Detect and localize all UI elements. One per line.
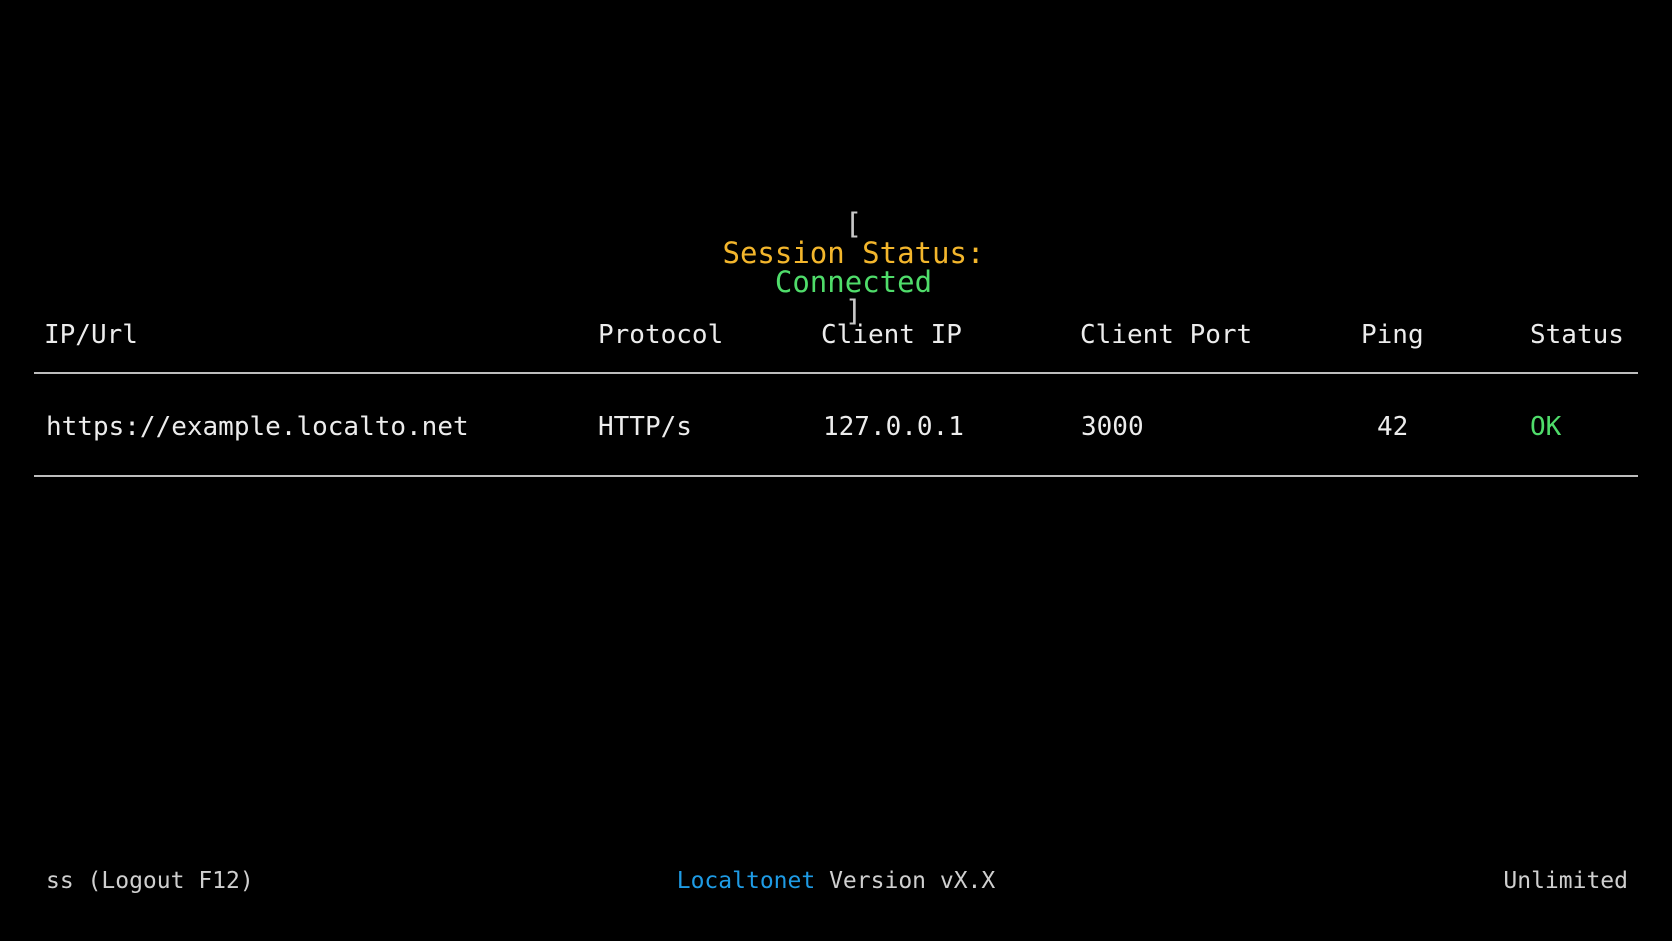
footer-version: Localtonet Version vX.X — [0, 870, 1672, 893]
header-client-ip: Client IP — [821, 320, 962, 350]
row-divider — [34, 475, 1638, 477]
header-ip-url: IP/Url — [44, 320, 138, 350]
header-ping: Ping — [1361, 320, 1424, 350]
cell-client-ip: 127.0.0.1 — [823, 412, 964, 442]
header-status: Status — [1530, 320, 1624, 350]
header-protocol: Protocol — [598, 320, 724, 350]
cell-ip-url[interactable]: https://example.localto.net — [46, 414, 469, 440]
footer-plan: Unlimited — [1503, 868, 1628, 894]
brand-name: Localtonet — [676, 868, 816, 894]
cell-client-port: 3000 — [1081, 412, 1144, 442]
cell-protocol: HTTP/s — [598, 412, 692, 442]
cell-status: OK — [1530, 412, 1562, 442]
version-label: Version vX.X — [829, 868, 996, 894]
header-client-port: Client Port — [1080, 320, 1253, 350]
cell-ping: 42 — [1377, 412, 1409, 442]
session-status-title: [ Session Status: Connected ] — [0, 181, 1672, 326]
header-divider — [34, 372, 1638, 374]
